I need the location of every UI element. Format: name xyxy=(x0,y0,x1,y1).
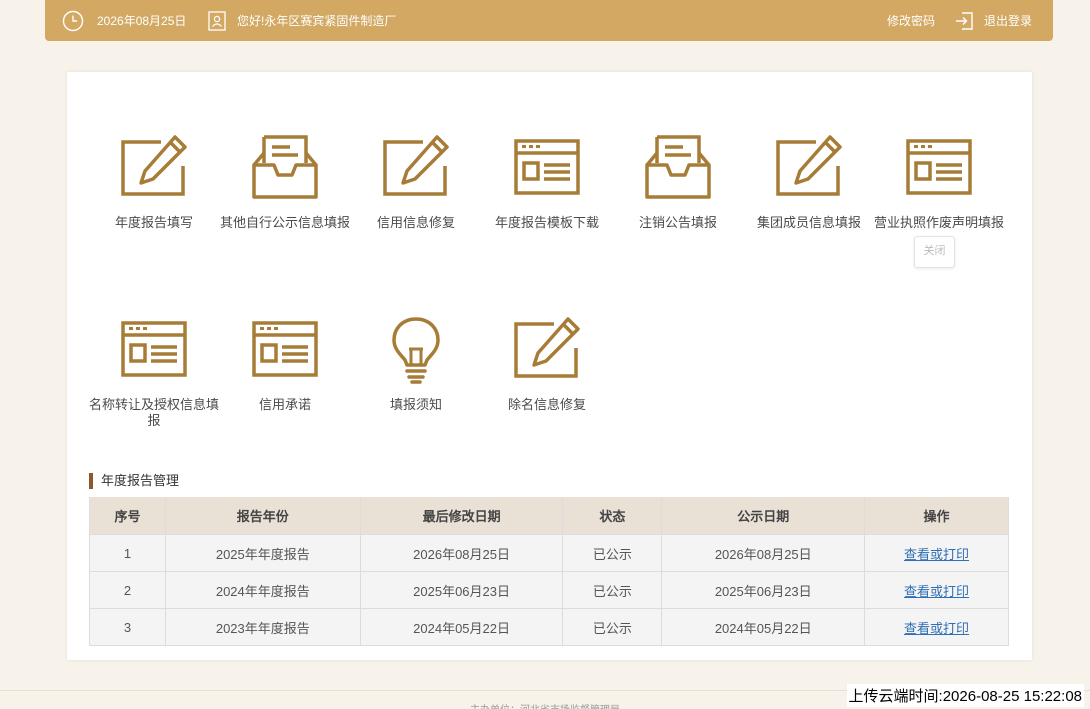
view-print-link[interactable]: 查看或打印 xyxy=(904,547,969,562)
menu-group-members[interactable]: 集团成员信息填报 xyxy=(743,133,875,231)
menu-template-download[interactable]: 年度报告模板下载 xyxy=(481,133,613,231)
cell-publish-date: 2025年06月23日 xyxy=(661,571,866,609)
date-area: 2026年08月25日 xyxy=(62,0,186,41)
menu-annual-report-fill[interactable]: 年度报告填写 xyxy=(88,133,220,231)
menu-label: 其他自行公示信息填报 xyxy=(219,215,350,230)
menu-cancellation-notice[interactable]: 注销公告填报 xyxy=(612,133,744,231)
cell-report-year: 2023年年度报告 xyxy=(164,608,361,646)
menu-credit-repair[interactable]: 信用信息修复 xyxy=(350,133,482,231)
view-print-link[interactable]: 查看或打印 xyxy=(904,621,969,636)
edit-pen-icon xyxy=(121,135,187,196)
menu-label: 集团成员信息填报 xyxy=(756,215,861,230)
greeting-area: 您好!永年区赛宾紧固件制造厂 xyxy=(208,0,396,41)
edit-pen-icon xyxy=(383,135,449,196)
cell-last-modified: 2026年08月25日 xyxy=(359,534,564,572)
edit-pen-icon xyxy=(514,317,580,378)
table-header-row: 序号 报告年份 最后修改日期 状态 公示日期 操作 xyxy=(89,497,1009,535)
menu-label: 填报须知 xyxy=(389,397,442,412)
change-password-label: 修改密码 xyxy=(887,14,936,28)
menu-removal-repair[interactable]: 除名信息修复 xyxy=(481,315,613,413)
cell-status: 已公示 xyxy=(562,571,663,609)
menu-credit-commitment[interactable]: 信用承诺 xyxy=(219,315,351,413)
current-date: 2026年08月25日 xyxy=(97,14,187,28)
upload-timestamp: 上传云端时间:2026-08-25 15:22:08 xyxy=(846,684,1084,707)
inbox-tray-icon xyxy=(252,135,318,199)
logout-icon xyxy=(954,11,974,31)
greeting-text: 您好!永年区赛宾紧固件制造厂 xyxy=(237,14,397,28)
menu-label: 除名信息修复 xyxy=(507,397,586,412)
menu-label: 营业执照作废声明填报 xyxy=(873,215,1004,230)
column-header: 公示日期 xyxy=(661,497,866,535)
close-tooltip[interactable]: 关闭 xyxy=(914,236,955,268)
annual-report-table: 序号 报告年份 最后修改日期 状态 公示日期 操作 1 2025年年度报告 20… xyxy=(89,497,1009,646)
menu-name-transfer[interactable]: 名称转让及授权信息填报 xyxy=(88,315,220,429)
table-row: 2 2024年年度报告 2025年06月23日 已公示 2025年06月23日 … xyxy=(89,571,1009,609)
menu-label: 年度报告填写 xyxy=(114,215,193,230)
browser-window-icon xyxy=(514,139,580,195)
lightbulb-icon xyxy=(392,317,440,384)
column-header: 报告年份 xyxy=(164,497,361,535)
column-header: 操作 xyxy=(864,497,1009,535)
cell-status: 已公示 xyxy=(562,534,663,572)
cell-status: 已公示 xyxy=(562,608,663,646)
logout-button[interactable]: 退出登录 xyxy=(954,0,1032,41)
menu-label: 注销公告填报 xyxy=(638,215,717,230)
menu-license-void-statement[interactable]: 营业执照作废声明填报 xyxy=(873,133,1005,231)
menu-other-self-disclosure[interactable]: 其他自行公示信息填报 xyxy=(219,133,351,231)
table-row: 1 2025年年度报告 2026年08月25日 已公示 2026年08月25日 … xyxy=(89,534,1009,572)
menu-label: 信用信息修复 xyxy=(376,215,455,230)
cell-index: 1 xyxy=(89,534,166,572)
cell-index: 2 xyxy=(89,571,166,609)
browser-window-icon xyxy=(906,139,972,195)
menu-label: 年度报告模板下载 xyxy=(494,215,599,230)
cell-last-modified: 2025年06月23日 xyxy=(359,571,564,609)
cell-index: 3 xyxy=(89,608,166,646)
footer-text: 主办单位：河北省市场监督管理局 xyxy=(470,701,620,709)
menu-label: 信用承诺 xyxy=(258,397,311,412)
table-row: 3 2023年年度报告 2024年05月22日 已公示 2024年05月22日 … xyxy=(89,608,1009,646)
browser-window-icon xyxy=(252,321,318,377)
cell-action: 查看或打印 xyxy=(864,571,1009,609)
inbox-tray-icon xyxy=(645,135,711,199)
logout-label: 退出登录 xyxy=(984,14,1033,28)
view-print-link[interactable]: 查看或打印 xyxy=(904,584,969,599)
menu-label: 名称转让及授权信息填报 xyxy=(88,397,219,428)
column-header: 序号 xyxy=(89,497,166,535)
cell-action: 查看或打印 xyxy=(864,534,1009,572)
browser-window-icon xyxy=(121,321,187,377)
cell-last-modified: 2024年05月22日 xyxy=(359,608,564,646)
clock-icon xyxy=(62,10,84,32)
menu-filling-instructions[interactable]: 填报须知 xyxy=(350,315,482,413)
column-header: 状态 xyxy=(562,497,663,535)
column-header: 最后修改日期 xyxy=(359,497,564,535)
change-password-link[interactable]: 修改密码 xyxy=(887,0,935,41)
cell-report-year: 2025年年度报告 xyxy=(164,534,361,572)
edit-pen-icon xyxy=(776,135,842,196)
section-title: 年度报告管理 xyxy=(89,473,179,489)
user-icon xyxy=(208,10,226,31)
cell-action: 查看或打印 xyxy=(864,608,1009,646)
top-header-bar: 2026年08月25日 您好!永年区赛宾紧固件制造厂 修改密码 退出登录 xyxy=(45,0,1053,41)
cell-publish-date: 2024年05月22日 xyxy=(661,608,866,646)
cell-publish-date: 2026年08月25日 xyxy=(661,534,866,572)
cell-report-year: 2024年年度报告 xyxy=(164,571,361,609)
